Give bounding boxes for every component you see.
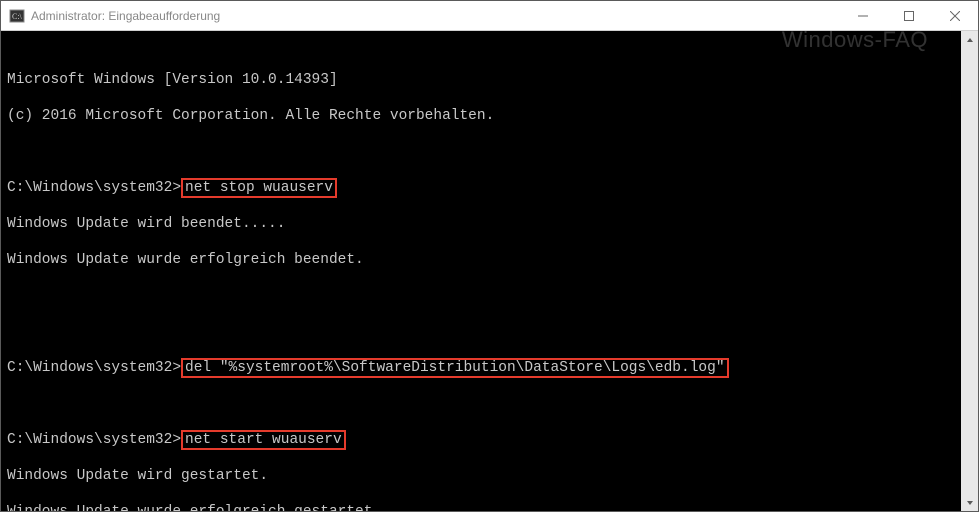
- output-line: Windows Update wurde erfolgreich beendet…: [7, 251, 972, 269]
- output-line: Microsoft Windows [Version 10.0.14393]: [7, 71, 972, 89]
- highlighted-command: net stop wuauserv: [181, 178, 337, 198]
- scrollbar-track[interactable]: [961, 48, 978, 494]
- prompt: C:\Windows\system32>: [7, 180, 181, 196]
- output-line: (c) 2016 Microsoft Corporation. Alle Rec…: [7, 107, 972, 125]
- output-line: Windows Update wird gestartet.: [7, 467, 972, 485]
- scroll-down-arrow[interactable]: [961, 494, 978, 511]
- vertical-scrollbar[interactable]: [961, 31, 978, 511]
- cmd-icon: C:\: [9, 8, 25, 24]
- output-line: Windows Update wird beendet.....: [7, 215, 972, 233]
- svg-text:C:\: C:\: [12, 12, 23, 21]
- close-button[interactable]: [932, 1, 978, 31]
- titlebar[interactable]: C:\ Administrator: Eingabeaufforderung: [1, 1, 978, 31]
- scroll-up-arrow[interactable]: [961, 31, 978, 48]
- watermark: Windows-FAQ: [782, 31, 928, 49]
- maximize-button[interactable]: [886, 1, 932, 31]
- output-line: Windows Update wurde erfolgreich gestart…: [7, 503, 972, 511]
- highlighted-command: net start wuauserv: [181, 430, 346, 450]
- prompt: C:\Windows\system32>: [7, 360, 181, 376]
- window-title: Administrator: Eingabeaufforderung: [31, 9, 220, 23]
- prompt: C:\Windows\system32>: [7, 432, 181, 448]
- highlighted-command: del "%systemroot%\SoftwareDistribution\D…: [181, 358, 729, 378]
- command-prompt-window: C:\ Administrator: Eingabeaufforderung W…: [0, 0, 979, 512]
- minimize-button[interactable]: [840, 1, 886, 31]
- terminal-output[interactable]: Windows-FAQ Microsoft Windows [Version 1…: [1, 31, 978, 511]
